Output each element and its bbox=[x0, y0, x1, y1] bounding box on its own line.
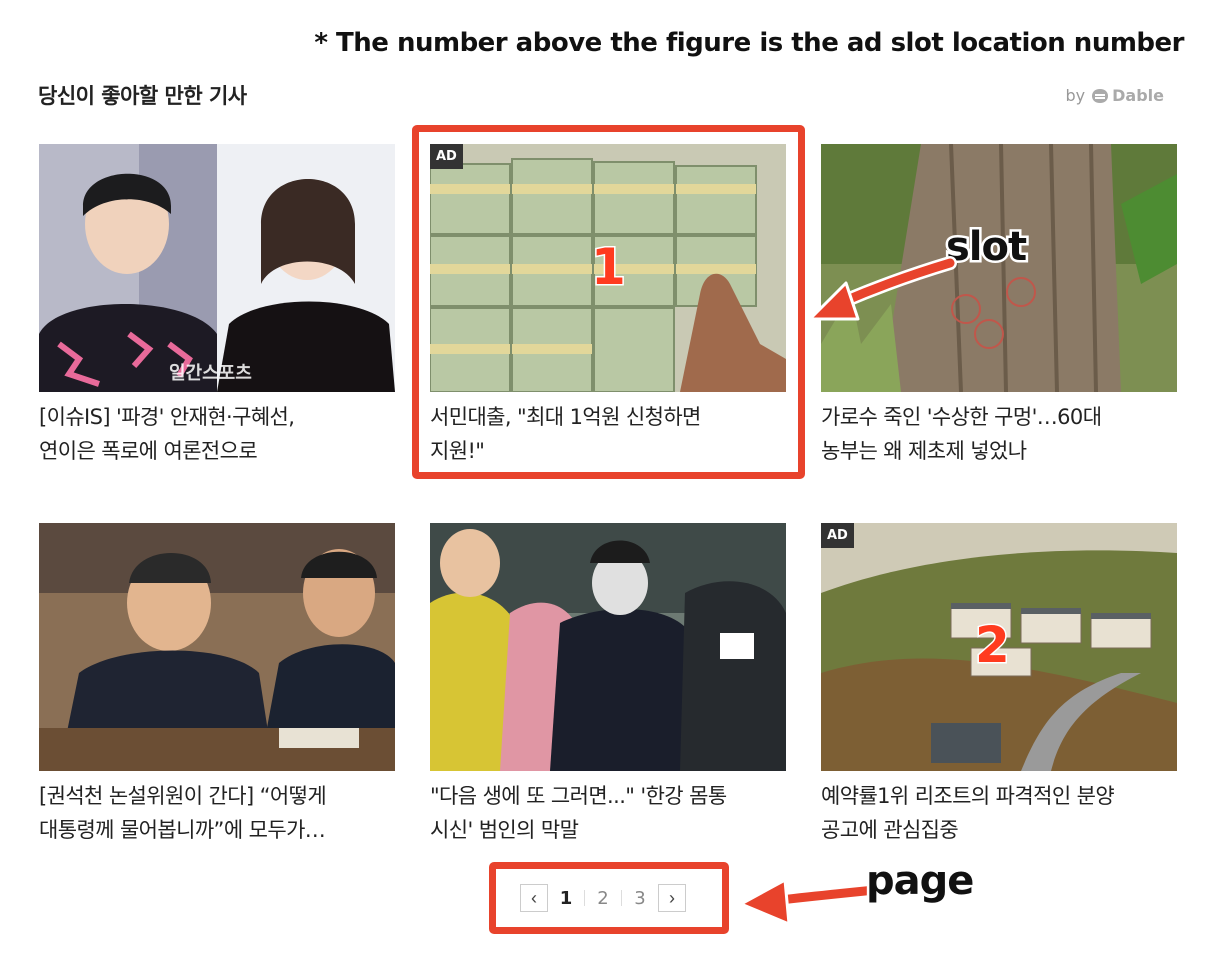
pagination-page-2[interactable]: 2 bbox=[585, 888, 621, 909]
pagination-page-1[interactable]: 1 bbox=[548, 888, 584, 909]
annotation-note: * The number above the figure is the ad … bbox=[314, 28, 1184, 58]
ad-card-slot-2[interactable]: AD 예약률1위 리조트의 파격적인 분양 공고에 관심집중 bbox=[821, 523, 1177, 847]
slot-arrow-icon bbox=[808, 256, 957, 321]
article-caption[interactable]: [이슈IS] '파경' 안재현·구혜선, 연이은 폭로에 여론전으로 bbox=[39, 400, 395, 468]
caption-line: 대통령께 물어봅니까”에 모두가… bbox=[39, 818, 326, 842]
article-card-4[interactable]: [권석천 논설위원이 간다] “어떻게 대통령께 물어봅니까”에 모두가… bbox=[39, 523, 395, 847]
pagination-page-3[interactable]: 3 bbox=[622, 888, 658, 909]
page-arrow-icon bbox=[739, 878, 882, 926]
caption-line: "다음 생에 또 그러면..." '한강 몸통 bbox=[430, 784, 727, 808]
caption-line: [권석천 논설위원이 간다] “어떻게 bbox=[39, 784, 327, 808]
caption-line: 연이은 폭로에 여론전으로 bbox=[39, 439, 258, 463]
slot-1-highlight bbox=[412, 125, 805, 479]
dable-icon bbox=[1092, 88, 1109, 103]
article-caption[interactable]: 가로수 죽인 '수상한 구멍'…60대 농부는 왜 제초제 넣었나 bbox=[821, 400, 1177, 468]
ad-caption[interactable]: 예약률1위 리조트의 파격적인 분양 공고에 관심집중 bbox=[821, 779, 1177, 847]
article-thumbnail bbox=[39, 523, 395, 771]
caption-line: 공고에 관심집중 bbox=[821, 818, 959, 842]
caption-line: 가로수 죽인 '수상한 구멍'…60대 bbox=[821, 405, 1102, 429]
dable-brand-text: Dable bbox=[1112, 86, 1164, 105]
slot-number-1: 1 bbox=[590, 237, 628, 298]
pagination-prev-button[interactable]: ‹ bbox=[520, 884, 548, 912]
slot-number-2: 2 bbox=[974, 615, 1012, 676]
caption-line: [이슈IS] '파경' 안재현·구혜선, bbox=[39, 405, 295, 429]
caption-line: 농부는 왜 제초제 넣었나 bbox=[821, 439, 1027, 463]
byline-by: by bbox=[1065, 86, 1086, 105]
dable-logo: Dable bbox=[1091, 86, 1164, 105]
article-card-1[interactable]: 일간스포츠 [이슈IS] '파경' 안재현·구혜선, 연이은 폭로에 여론전으로 bbox=[39, 144, 395, 468]
article-caption[interactable]: "다음 생에 또 그러면..." '한강 몸통 시신' 범인의 막말 bbox=[430, 779, 786, 847]
thumbnail-watermark: 일간스포츠 bbox=[169, 363, 252, 384]
caption-line: 예약률1위 리조트의 파격적인 분양 bbox=[821, 784, 1115, 808]
pagination-next-button[interactable]: › bbox=[658, 884, 686, 912]
article-thumbnail: 일간스포츠 bbox=[39, 144, 395, 392]
caption-line: 시신' 범인의 막말 bbox=[430, 818, 579, 842]
dable-byline[interactable]: by Dable bbox=[1066, 86, 1165, 105]
pagination: ‹ 1 2 3 › bbox=[520, 884, 686, 912]
article-thumbnail bbox=[430, 523, 786, 771]
article-caption[interactable]: [권석천 논설위원이 간다] “어떻게 대통령께 물어봅니까”에 모두가… bbox=[39, 779, 395, 847]
ad-badge: AD bbox=[821, 523, 854, 548]
page-annotation-label: page bbox=[863, 856, 976, 907]
widget-title: 당신이 좋아할 만한 기사 bbox=[38, 84, 247, 108]
article-card-5[interactable]: "다음 생에 또 그러면..." '한강 몸통 시신' 범인의 막말 bbox=[430, 523, 786, 847]
